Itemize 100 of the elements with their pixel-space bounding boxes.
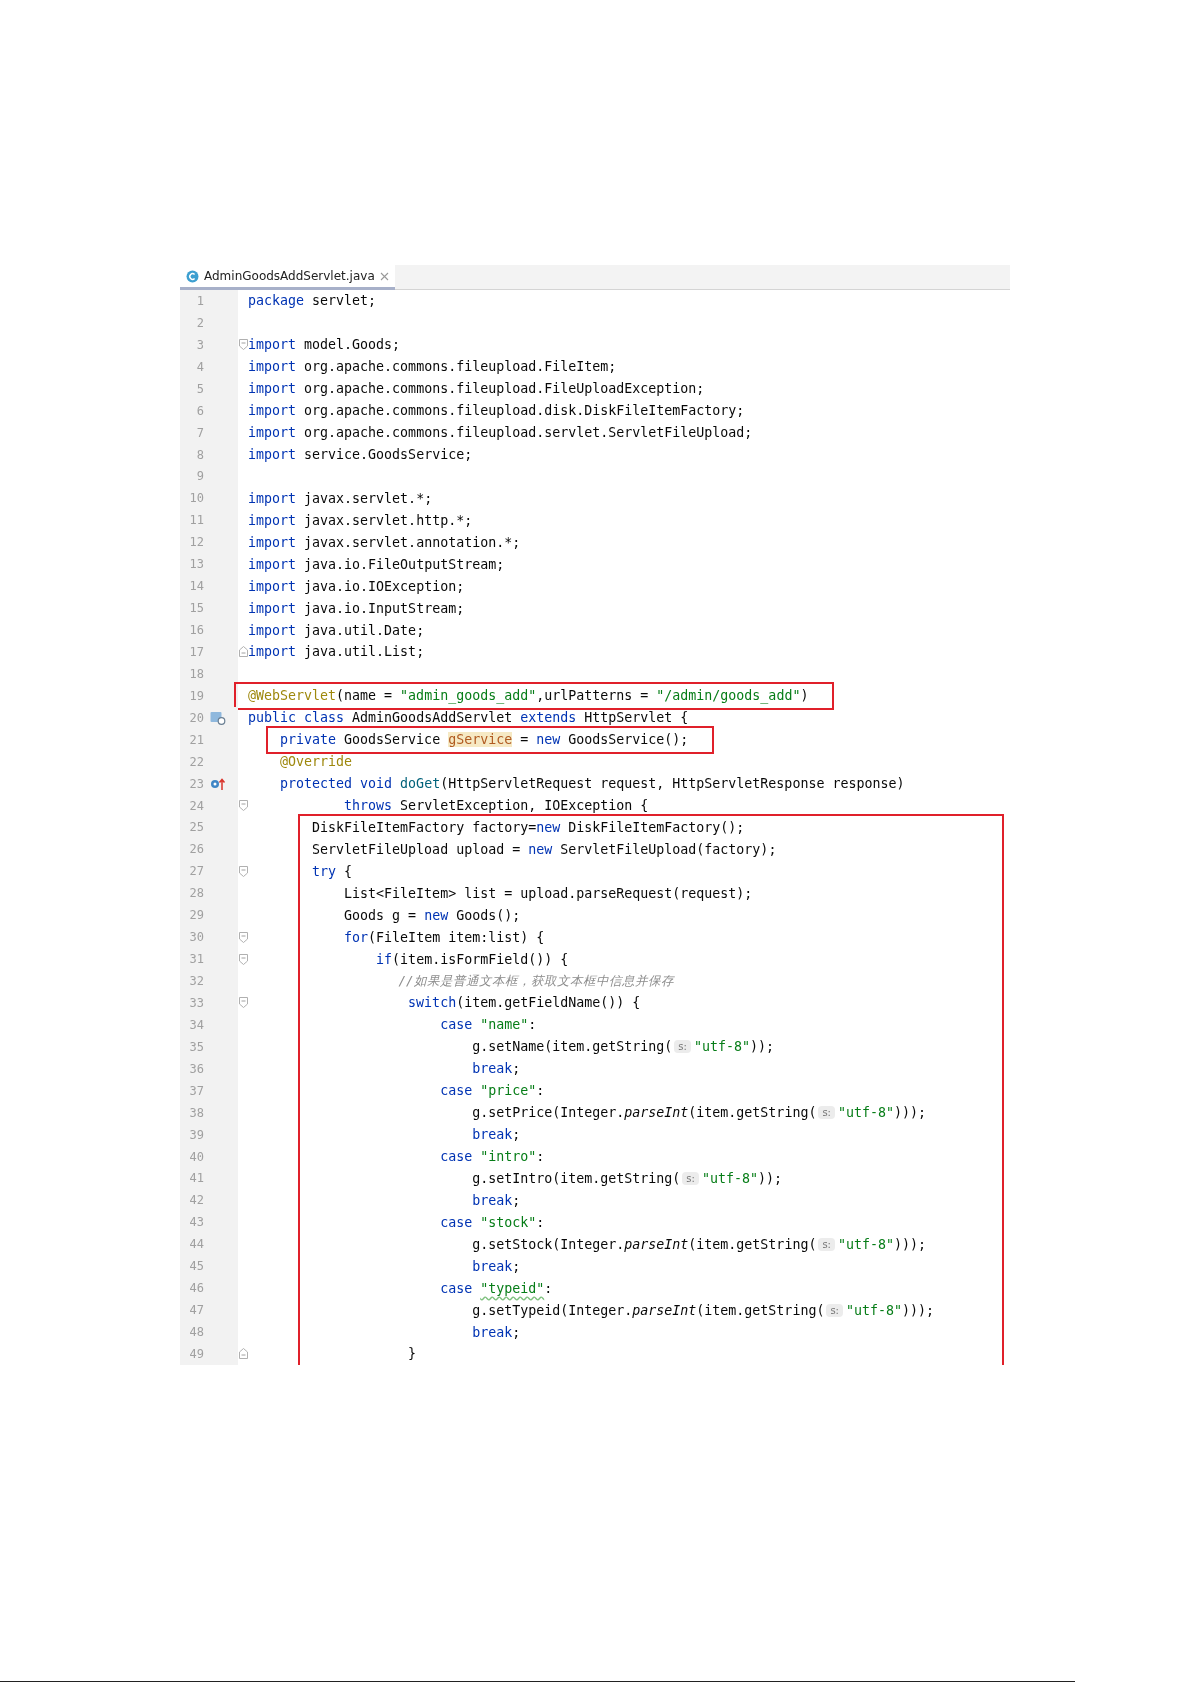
code-text: g.setIntro(item.getString( bbox=[471, 1170, 681, 1186]
code-text: g.setName(item.getString( bbox=[471, 1039, 673, 1055]
up-arrow-icon[interactable] bbox=[210, 776, 226, 791]
line-number: 40 bbox=[188, 1149, 204, 1164]
code-line: import org.apache.commons.fileupload.FileItem; bbox=[248, 359, 617, 375]
fold-icon[interactable] bbox=[238, 646, 248, 658]
line-number: 45 bbox=[188, 1259, 204, 1274]
fold-icon[interactable] bbox=[238, 953, 248, 965]
line-number: 24 bbox=[188, 798, 204, 813]
code-line: break; bbox=[471, 1127, 521, 1143]
line-number: 13 bbox=[188, 557, 204, 572]
line-number: 41 bbox=[188, 1171, 204, 1186]
code-line: case "typeid": bbox=[439, 1280, 553, 1296]
code-text: ))); bbox=[894, 1236, 927, 1252]
line-number: 36 bbox=[188, 1061, 204, 1076]
code-line: @WebServlet(name = "admin_goods_add",urlPatterns = "/admin/goods_add") bbox=[248, 688, 809, 704]
code-text: g.setStock(Integer. bbox=[471, 1236, 625, 1252]
code-line: import javax.servlet.annotation.*; bbox=[248, 534, 521, 550]
code-line: case "intro": bbox=[439, 1149, 545, 1165]
line-number: 7 bbox=[195, 425, 204, 440]
code-text: parseInt bbox=[624, 1236, 689, 1252]
line-number: 25 bbox=[188, 820, 204, 835]
code-line: break; bbox=[471, 1258, 521, 1274]
line-number: 19 bbox=[188, 688, 204, 703]
code-text: g.setTypeid(Integer. bbox=[471, 1302, 633, 1318]
code-line: case "price": bbox=[439, 1083, 545, 1099]
line-number: 48 bbox=[188, 1325, 204, 1340]
line-number: 20 bbox=[188, 710, 204, 725]
fold-icon[interactable] bbox=[238, 800, 248, 812]
line-number: 22 bbox=[188, 754, 204, 769]
code-line: package servlet; bbox=[248, 293, 377, 309]
line-number: 3 bbox=[195, 337, 204, 352]
code-text: (item.getString( bbox=[688, 1105, 817, 1121]
file-tab[interactable]: AdminGoodsAddServlet.java bbox=[180, 265, 395, 290]
line-number: 27 bbox=[188, 864, 204, 879]
code-line: import service.GoodsService; bbox=[248, 447, 473, 463]
code-text: g.setPrice(Integer. bbox=[471, 1105, 625, 1121]
code-line: import org.apache.commons.fileupload.servlet.ServletFileUpload; bbox=[248, 425, 753, 441]
code-line: import java.util.List; bbox=[248, 644, 425, 660]
line-number: 18 bbox=[188, 666, 204, 681]
code-line: for(FileItem item:list) { bbox=[343, 929, 545, 945]
code-text: ))); bbox=[894, 1105, 927, 1121]
fold-icon[interactable] bbox=[238, 931, 248, 943]
parameter-hint: s: bbox=[674, 1040, 691, 1054]
code-line: if(item.isFormField()) { bbox=[375, 951, 569, 967]
fold-icon[interactable] bbox=[238, 865, 248, 877]
code-text: )); bbox=[749, 1039, 774, 1055]
line-number: 44 bbox=[188, 1237, 204, 1252]
code-line: @Override bbox=[279, 754, 353, 770]
code-text: "utf-8" bbox=[838, 1105, 895, 1121]
line-number: 12 bbox=[188, 535, 204, 550]
code-text: "utf-8" bbox=[838, 1236, 895, 1252]
code-line: break; bbox=[471, 1061, 521, 1077]
code-text: "utf-8" bbox=[846, 1302, 903, 1318]
line-number: 8 bbox=[195, 447, 204, 462]
line-number: 14 bbox=[188, 579, 204, 594]
fold-icon[interactable] bbox=[238, 1348, 248, 1360]
code-line: //如果是普通文本框，获取文本框中信息并保存 bbox=[397, 972, 674, 990]
line-number: 46 bbox=[188, 1281, 204, 1296]
parameter-hint: s: bbox=[826, 1303, 843, 1317]
line-number: 21 bbox=[188, 732, 204, 747]
close-icon[interactable] bbox=[379, 271, 389, 281]
gutter-marker-icon[interactable] bbox=[210, 710, 226, 725]
line-number: 35 bbox=[188, 1039, 204, 1054]
line-number: 31 bbox=[188, 952, 204, 967]
code-text: parseInt bbox=[624, 1105, 689, 1121]
line-number: 28 bbox=[188, 886, 204, 901]
code-line: import java.util.Date; bbox=[248, 622, 425, 638]
line-number: 43 bbox=[188, 1215, 204, 1230]
code-line: import org.apache.commons.fileupload.disk.DiskFileItemFactory; bbox=[248, 403, 745, 419]
code-line: import java.io.IOException; bbox=[248, 578, 465, 594]
code-line: import java.io.FileOutputStream; bbox=[248, 556, 505, 572]
line-number: 23 bbox=[188, 776, 204, 791]
code-line: break; bbox=[471, 1324, 521, 1340]
line-number: 38 bbox=[188, 1105, 204, 1120]
code-line: import javax.servlet.*; bbox=[248, 490, 433, 506]
code-line: List<FileItem> list = upload.parseRequest(request); bbox=[343, 885, 753, 901]
line-number: 11 bbox=[188, 513, 204, 528]
line-number: 6 bbox=[195, 403, 204, 418]
code-line: import java.io.InputStream; bbox=[248, 600, 465, 616]
fold-icon[interactable] bbox=[238, 997, 248, 1009]
code-text: parseInt bbox=[632, 1302, 697, 1318]
code-text: "utf-8" bbox=[701, 1170, 758, 1186]
code-line: case "name": bbox=[439, 1017, 537, 1033]
code-text: (item.getString( bbox=[696, 1302, 825, 1318]
line-number: 33 bbox=[188, 995, 204, 1010]
code-text: (item.getString( bbox=[688, 1236, 817, 1252]
code-line: protected void doGet(HttpServletRequest request, HttpServletResponse response) bbox=[279, 776, 905, 792]
line-number: 10 bbox=[188, 491, 204, 506]
code-line: case "stock": bbox=[439, 1214, 545, 1230]
line-number: 2 bbox=[195, 315, 204, 330]
parameter-hint: s: bbox=[818, 1106, 835, 1120]
code-line: throws ServletException, IOException { bbox=[343, 798, 649, 814]
line-number: 15 bbox=[188, 601, 204, 616]
code-line: DiskFileItemFactory factory=new DiskFileItemFactory(); bbox=[311, 819, 745, 835]
line-number: 42 bbox=[188, 1193, 204, 1208]
class-icon bbox=[186, 269, 199, 283]
line-number: 9 bbox=[195, 469, 204, 484]
line-number: 30 bbox=[188, 930, 204, 945]
fold-icon[interactable] bbox=[238, 339, 248, 351]
